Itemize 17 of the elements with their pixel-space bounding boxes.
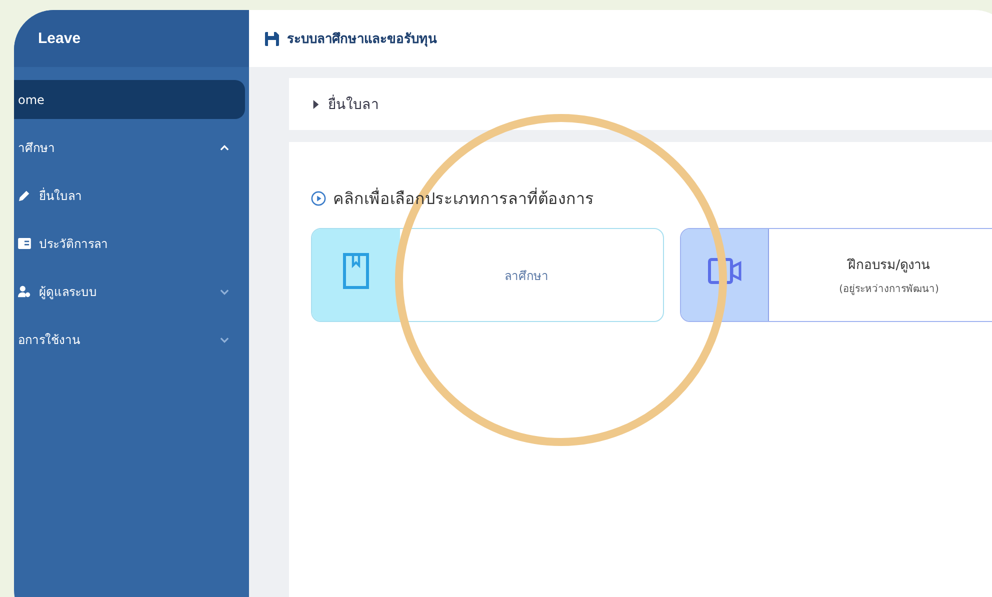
page-title: ระบบลาศึกษาและขอรับทุน: [287, 31, 437, 49]
sidebar-item[interactable]: ยื่นใบลา: [14, 176, 245, 215]
brand-name: Leave: [38, 30, 81, 47]
sidebar-item[interactable]: ผู้ดูแลระบบ: [14, 272, 245, 311]
sidebar-item[interactable]: ประวัติการลา: [14, 224, 245, 263]
sidebar-item[interactable]: าศึกษา: [14, 128, 245, 167]
leave-type-option[interactable]: ฝึกอบรม/ดูงาน (อยู่ระหว่างการพัฒนา): [680, 228, 992, 322]
pencil-icon: [18, 189, 31, 202]
leave-type-option[interactable]: ลาศึกษา: [311, 228, 664, 322]
book-icon: [343, 253, 369, 289]
sidebar-item[interactable]: ome: [14, 80, 245, 119]
id-card-icon: [18, 238, 31, 249]
video-camera-icon: [708, 258, 742, 284]
play-circle-icon: [311, 191, 326, 206]
sidebar-item[interactable]: อการใช้งาน: [14, 320, 245, 359]
breadcrumb-text: ยื่นใบลา: [328, 93, 379, 115]
caret-right-icon: [313, 100, 319, 108]
